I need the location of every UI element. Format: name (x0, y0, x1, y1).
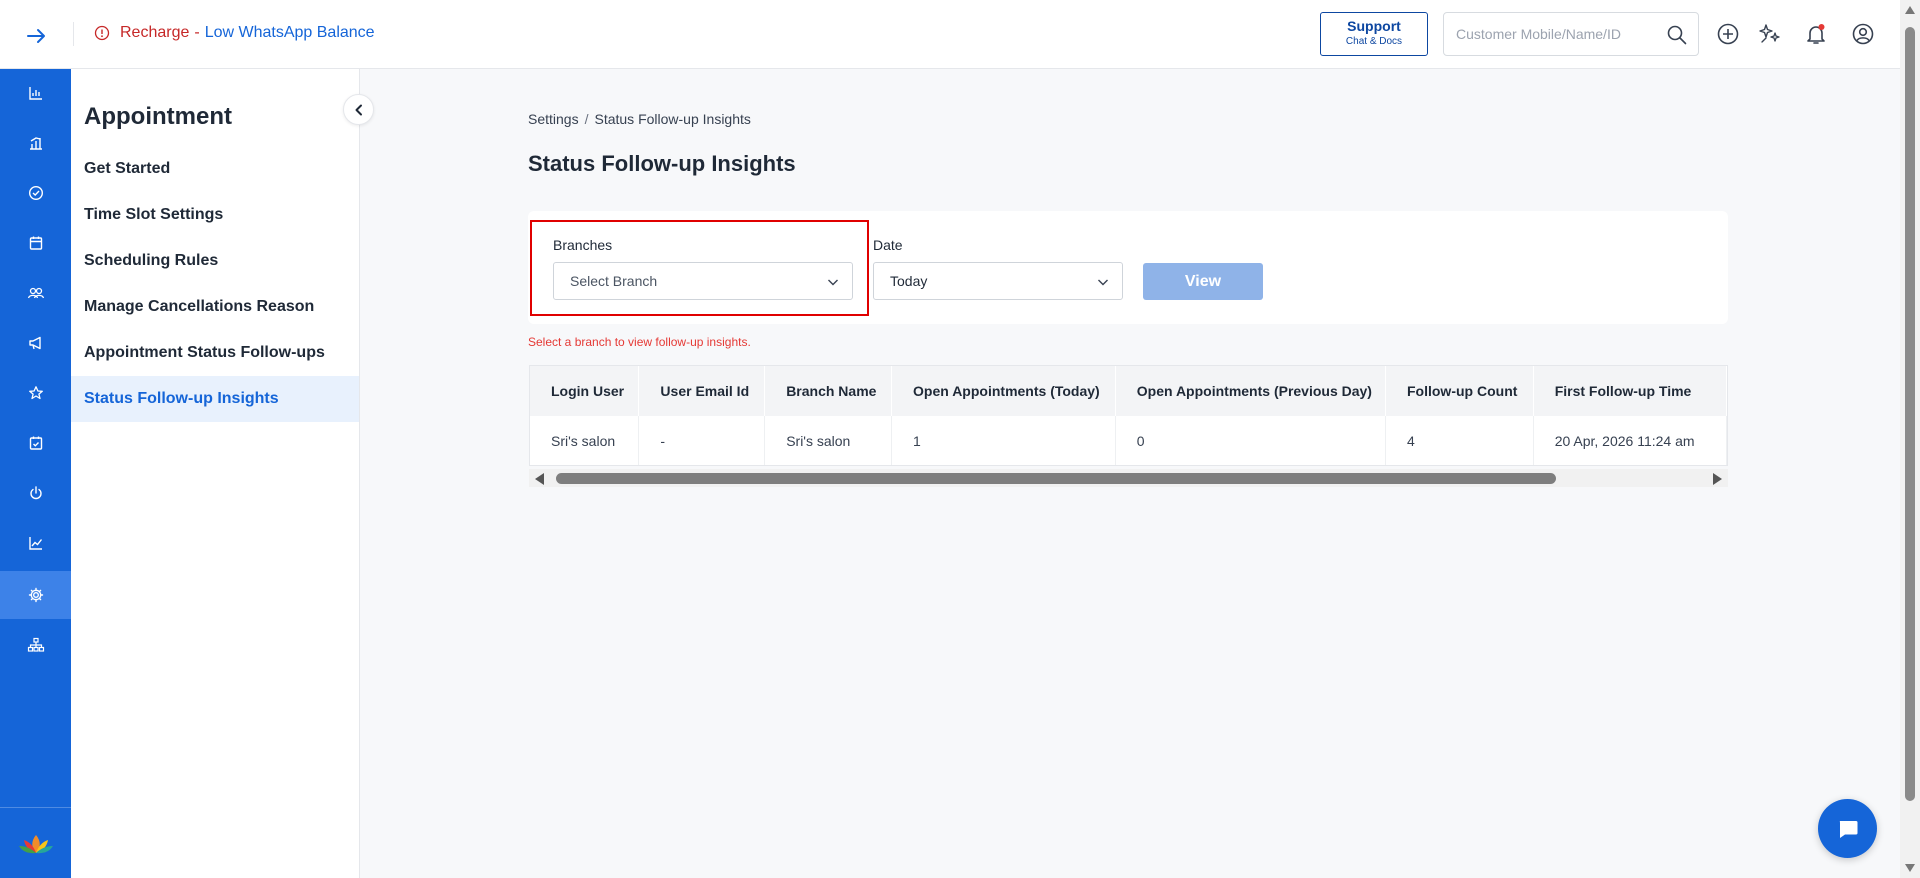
table-cell: Sri's salon (764, 416, 893, 465)
support-subtitle: Chat & Docs (1345, 36, 1403, 47)
table-cell: 0 (1115, 416, 1387, 465)
sidebar-item-time-slot-settings[interactable]: Time Slot Settings (71, 192, 359, 238)
date-select-value: Today (890, 273, 928, 289)
ai-sparkle-icon[interactable] (1756, 20, 1784, 48)
table-cell: - (638, 416, 766, 465)
power-icon[interactable] (0, 469, 71, 517)
expand-arrow-icon[interactable] (22, 22, 50, 50)
date-select[interactable]: Today (873, 262, 1123, 300)
analytics-icon[interactable] (0, 119, 71, 167)
column-header: User Email Id (638, 366, 766, 416)
add-circle-icon[interactable] (1714, 20, 1742, 48)
sidebar-item-appointment-status-follow-ups[interactable]: Appointment Status Follow-ups (71, 330, 359, 376)
breadcrumb-settings[interactable]: Settings (528, 111, 579, 127)
branch-hint-text: Select a branch to view follow-up insigh… (528, 335, 751, 349)
support-button[interactable]: Support Chat & Docs (1320, 12, 1428, 56)
bar-chart-icon[interactable] (0, 69, 71, 117)
low-balance-alert[interactable]: Recharge - Low WhatsApp Balance (94, 24, 375, 42)
column-header: Open Appointments (Today) (891, 366, 1116, 416)
sidebar-nav: Get Started Time Slot Settings Schedulin… (71, 146, 359, 422)
alert-circle-icon (94, 25, 110, 41)
chat-icon (1839, 820, 1857, 838)
calendar-check-icon[interactable] (0, 419, 71, 467)
chevron-left-icon (355, 104, 362, 115)
calendar-icon[interactable] (0, 219, 71, 267)
check-circle-icon[interactable] (0, 169, 71, 217)
table-header-row: Login User User Email Id Branch Name Ope… (530, 366, 1727, 416)
page-title: Status Follow-up Insights (528, 151, 796, 176)
chevron-down-icon (828, 279, 838, 286)
star-icon[interactable] (0, 369, 71, 417)
column-header: First Follow-up Time (1533, 366, 1727, 416)
sidebar-title: Appointment (84, 103, 232, 130)
sidebar-item-get-started[interactable]: Get Started (71, 146, 359, 192)
collapse-sidebar-button[interactable] (343, 94, 374, 125)
table-row: Sri's salon - Sri's salon 1 0 4 20 Apr, … (530, 416, 1727, 465)
date-label: Date (873, 237, 903, 253)
scroll-left-arrow[interactable] (535, 473, 544, 485)
vertical-scrollbar-thumb[interactable] (1905, 27, 1915, 801)
breadcrumb: Settings / Status Follow-up Insights (528, 111, 751, 127)
org-tree-icon[interactable] (0, 621, 71, 669)
view-button[interactable]: View (1143, 263, 1263, 300)
recharge-link[interactable]: Recharge (120, 24, 189, 42)
trend-chart-icon[interactable] (0, 519, 71, 567)
top-bar: Recharge - Low WhatsApp Balance Support … (0, 0, 1900, 69)
sidebar-item-scheduling-rules[interactable]: Scheduling Rules (71, 238, 359, 284)
insights-table: Login User User Email Id Branch Name Ope… (529, 365, 1728, 466)
breadcrumb-separator: / (584, 111, 589, 127)
sidebar-item-manage-cancellations-reason[interactable]: Manage Cancellations Reason (71, 284, 359, 330)
divider (73, 22, 74, 46)
customer-search (1443, 12, 1699, 56)
table-cell: 4 (1385, 416, 1534, 465)
scrollbar-thumb[interactable] (556, 473, 1556, 484)
page-vertical-scrollbar[interactable] (1900, 0, 1920, 878)
column-header: Login User (530, 366, 640, 416)
settings-icon[interactable] (0, 571, 71, 619)
branch-select-value: Select Branch (570, 273, 658, 289)
user-profile-icon[interactable] (1849, 20, 1877, 48)
scroll-up-arrow[interactable] (1905, 6, 1915, 14)
table-cell: Sri's salon (530, 416, 640, 465)
support-title: Support (1347, 18, 1401, 34)
settings-sidebar: Appointment Get Started Time Slot Settin… (71, 69, 360, 878)
low-balance-text[interactable]: Low WhatsApp Balance (205, 24, 375, 42)
megaphone-icon[interactable] (0, 319, 71, 367)
sidebar-item-status-follow-up-insights[interactable]: Status Follow-up Insights (71, 376, 359, 422)
chevron-down-icon (1098, 279, 1108, 286)
alert-separator: - (194, 24, 200, 41)
scroll-down-arrow[interactable] (1905, 864, 1915, 872)
column-header: Branch Name (764, 366, 893, 416)
branch-select[interactable]: Select Branch (553, 262, 853, 300)
rail-divider (0, 807, 71, 808)
column-header: Open Appointments (Previous Day) (1115, 366, 1387, 416)
customers-icon[interactable] (0, 269, 71, 317)
branches-label: Branches (553, 237, 613, 253)
search-icon[interactable] (1666, 24, 1688, 46)
table-cell: 20 Apr, 2026 11:24 am (1533, 416, 1727, 465)
lotus-logo (19, 835, 53, 854)
breadcrumb-current: Status Follow-up Insights (594, 111, 751, 127)
customer-search-input[interactable] (1456, 23, 1656, 45)
table-cell: 1 (891, 416, 1116, 465)
chat-button[interactable] (1818, 799, 1877, 858)
table-horizontal-scrollbar[interactable] (529, 469, 1728, 487)
scroll-right-arrow[interactable] (1713, 473, 1722, 485)
bell-icon[interactable] (1802, 20, 1830, 48)
app-rail (0, 69, 71, 878)
column-header: Follow-up Count (1385, 366, 1534, 416)
